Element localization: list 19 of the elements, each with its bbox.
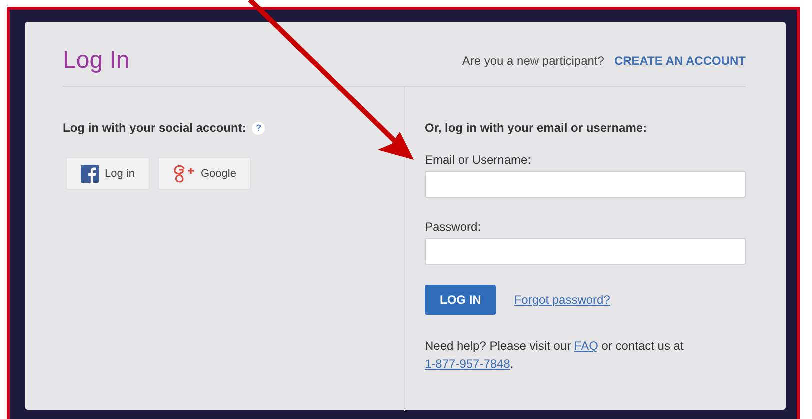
login-button[interactable]: LOG IN [425,285,496,315]
email-login-heading: Or, log in with your email or username: [425,121,648,135]
help-text: Need help? Please visit our FAQ or contact us at 1-877-957-7848. [425,338,685,373]
create-account-link[interactable]: CREATE AN ACCOUNT [614,54,746,68]
signup-prompt: Are you a new participant? [462,54,604,68]
google-login-button[interactable]: Google [158,157,252,190]
password-field[interactable] [425,238,746,265]
password-label: Password: [425,220,482,234]
username-field[interactable] [425,171,746,198]
google-plus-icon [174,164,195,182]
page-title: Log In [63,47,130,75]
help-link[interactable]: FAQ [574,339,598,353]
help-link[interactable]: 1-877-957-7848 [425,357,510,371]
social-heading: Log in with your social account: [63,121,246,135]
forgot-password-link[interactable]: Forgot password? [514,293,610,307]
facebook-login-button[interactable]: Log in [66,157,150,190]
help-icon[interactable]: ? [252,122,266,134]
facebook-icon [81,164,99,182]
username-label: Email or Username: [425,153,532,167]
